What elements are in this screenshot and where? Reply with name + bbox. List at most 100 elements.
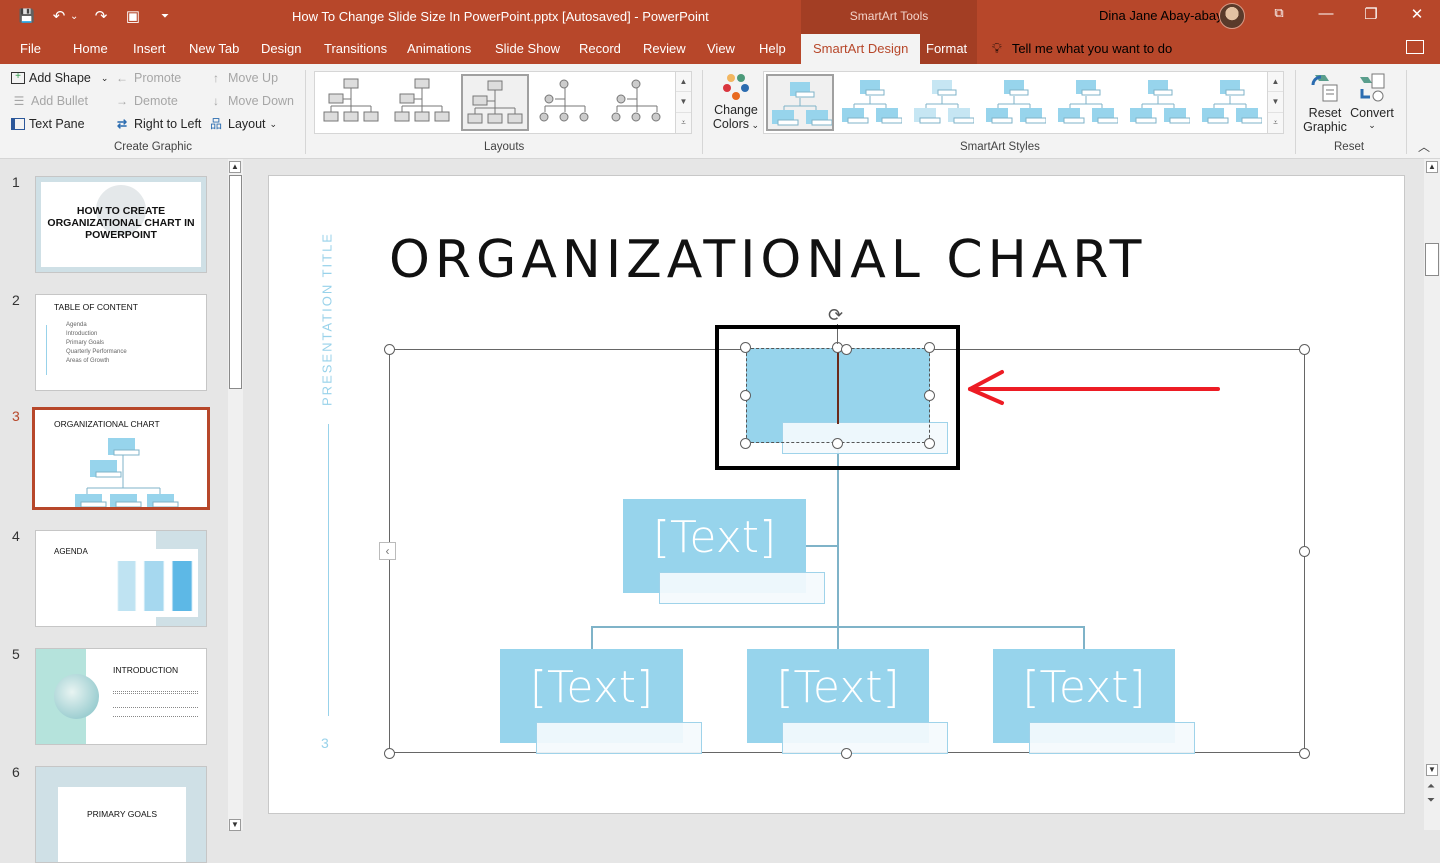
convert-label: Convert [1350,106,1394,120]
gallery-scroll-up[interactable]: ▲ [1268,72,1283,93]
user-name[interactable]: Dina Jane Abay-abay [1099,8,1223,23]
undo-dropdown-icon[interactable]: ⌄ [70,11,78,22]
promote-button[interactable]: ← Promote [114,71,181,85]
slide-thumbnail[interactable]: HOW TO CREATE ORGANIZATIONAL CHART IN PO… [35,176,207,273]
resize-handle[interactable] [1299,748,1310,759]
editor-scrollbar[interactable]: ▲ ▼ ⏶ ⏷ [1424,159,1440,830]
org-chart-child-subtext[interactable] [1029,722,1195,754]
org-chart-child-subtext[interactable] [782,722,948,754]
org-chart-assistant-subtext[interactable] [659,572,825,604]
resize-handle[interactable] [384,748,395,759]
tab-new-tab[interactable]: New Tab [189,41,239,56]
tab-review[interactable]: Review [643,41,686,56]
collapse-ribbon-icon[interactable]: ︿ [1418,138,1430,155]
ribbon: + Add Shape ⌄ ☰ Add Bullet Text Pane ← P… [0,64,1440,159]
gallery-more[interactable]: ⩡ [676,113,691,133]
tab-slide-show[interactable]: Slide Show [495,41,560,56]
next-slide-icon[interactable]: ⏷ [1427,795,1435,806]
minimize-icon[interactable]: — [1303,5,1349,22]
slide-thumbnail[interactable]: PRIMARY GOALS [35,766,207,863]
tab-view[interactable]: View [707,41,735,56]
side-accent-line [328,424,329,716]
ribbon-display-options-icon[interactable]: ⧉ [1256,5,1302,21]
maximize-icon[interactable]: ❐ [1348,5,1394,23]
layout-option[interactable] [461,74,529,131]
change-colors-button[interactable]: Change Colors ⌄ [710,72,762,138]
reset-graphic-button[interactable]: Reset Graphic [1301,71,1349,134]
smartart-style-option[interactable] [838,74,906,131]
customize-qat-icon[interactable]: ⏷ [156,11,174,22]
tell-me-search[interactable]: 💡︎ Tell me what you want to do [992,40,1172,57]
layout-option[interactable] [319,74,387,131]
undo-icon[interactable]: ↶ [50,7,68,25]
slide-title[interactable]: ORGANIZATIONAL CHART [389,230,1146,290]
tab-record[interactable]: Record [579,41,621,56]
add-shape-button[interactable]: + Add Shape ⌄ [11,71,108,85]
group-label-layouts: Layouts [484,141,525,153]
slide-number: 3 [12,408,20,424]
scroll-thumb[interactable] [1425,243,1439,276]
tab-design[interactable]: Design [261,41,301,56]
org-chart-child-subtext[interactable] [536,722,702,754]
right-to-left-button[interactable]: ⇄ Right to Left [114,117,201,131]
text-pane-button[interactable]: Text Pane [11,117,85,131]
rotate-handle-icon[interactable]: ⟳ [828,305,843,326]
scroll-up-button[interactable]: ▲ [1426,161,1438,173]
gallery-scroll-up[interactable]: ▲ [676,72,691,93]
tab-file[interactable]: File [20,41,41,56]
redo-icon[interactable]: ↷ [92,7,110,25]
chevron-down-icon: ⌄ [269,118,278,129]
scroll-thumb[interactable] [229,175,242,389]
close-icon[interactable]: ✕ [1394,5,1440,23]
slide-thumbnail[interactable]: ORGANIZATIONAL CHART [32,407,210,510]
smartart-style-option[interactable] [1126,74,1194,131]
group-divider [1295,70,1296,154]
scroll-up-button[interactable]: ▲ [229,161,241,173]
smartart-style-option[interactable] [1198,74,1266,131]
smartart-style-option[interactable] [982,74,1050,131]
resize-handle[interactable] [841,748,852,759]
start-slideshow-icon[interactable]: ▣ [124,7,142,25]
smartart-style-option[interactable] [1054,74,1122,131]
layout-option[interactable] [533,74,601,131]
gallery-scroll-down[interactable]: ▼ [1268,92,1283,113]
gallery-scroll-down[interactable]: ▼ [676,92,691,113]
smartart-style-option[interactable] [910,74,978,131]
layout-option[interactable] [390,74,458,131]
tab-transitions[interactable]: Transitions [324,41,387,56]
resize-handle[interactable] [1299,546,1310,557]
tab-insert[interactable]: Insert [133,41,166,56]
previous-slide-icon[interactable]: ⏶ [1427,781,1435,792]
slide-thumbnail[interactable]: AGENDA [35,530,207,627]
connector-line [805,545,838,547]
flask-image [110,561,198,611]
convert-button[interactable]: Convert ⌄ [1349,71,1395,131]
style-preview-icon [842,80,903,124]
text-pane-label: Text Pane [29,117,85,131]
move-up-button[interactable]: ↑ Move Up [208,71,278,85]
slides-panel-scrollbar[interactable]: ▲ ▼ [228,159,243,831]
smartart-style-option[interactable] [766,74,834,131]
layout-option[interactable] [605,74,673,131]
resize-handle[interactable] [384,344,395,355]
layout-button[interactable]: 品 Layout ⌄ [208,117,277,131]
scroll-down-button[interactable]: ▼ [1426,764,1438,776]
add-bullet-button[interactable]: ☰ Add Bullet [11,94,88,108]
resize-handle[interactable] [1299,344,1310,355]
scroll-down-button[interactable]: ▼ [229,819,241,831]
tab-animations[interactable]: Animations [407,41,471,56]
tab-smartart-design[interactable]: SmartArt Design [801,34,921,64]
avatar[interactable] [1219,3,1245,29]
tab-help[interactable]: Help [759,41,786,56]
save-icon[interactable]: 💾 [18,8,36,24]
slide-thumbnail[interactable]: INTRODUCTION [35,648,207,745]
tab-format[interactable]: Format [926,41,967,56]
slide-thumbnail[interactable]: TABLE OF CONTENT Agenda Introduction Prima… [35,294,207,391]
comments-icon[interactable] [1406,40,1424,54]
demote-button[interactable]: → Demote [114,94,178,108]
document-title: How To Change Slide Size In PowerPoint.p… [292,9,709,24]
text-pane-toggle[interactable]: ‹ [379,542,396,560]
gallery-more[interactable]: ⩡ [1268,113,1283,133]
move-down-button[interactable]: ↓ Move Down [208,94,294,108]
tab-home[interactable]: Home [73,41,108,56]
